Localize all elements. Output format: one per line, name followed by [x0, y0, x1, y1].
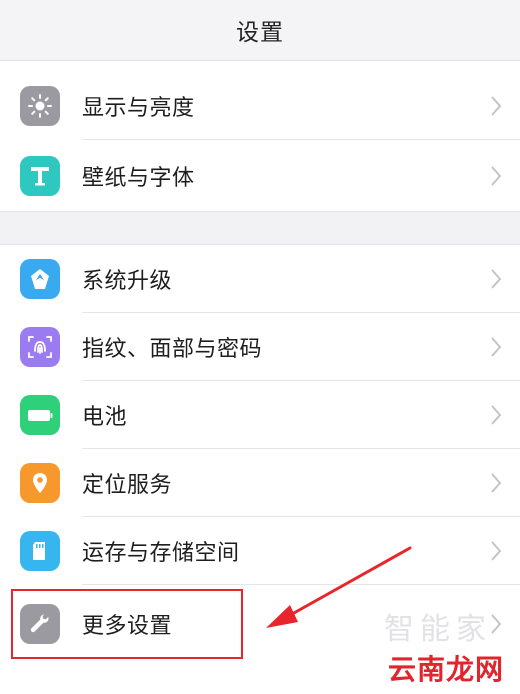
- fingerprint-icon: [20, 327, 60, 367]
- settings-row-label: 壁纸与字体: [82, 166, 195, 191]
- settings-row-system-upgrade[interactable]: 系统升级: [0, 245, 520, 313]
- settings-row-label: 运存与存储空间: [82, 541, 240, 566]
- settings-row-location[interactable]: 定位服务: [0, 449, 520, 517]
- settings-row-storage[interactable]: 运存与存储空间: [0, 517, 520, 585]
- chevron-right-icon: [491, 166, 502, 186]
- settings-row-label: 系统升级: [82, 269, 173, 294]
- chevron-right-icon: [491, 405, 502, 425]
- group-separator: [0, 211, 520, 245]
- settings-row-label: 指纹、面部与密码: [82, 337, 263, 362]
- settings-row-battery[interactable]: 电池: [0, 381, 520, 449]
- row-divider: [82, 139, 520, 140]
- row-divider: [82, 584, 520, 585]
- settings-row-display[interactable]: 显示与亮度: [0, 72, 520, 140]
- settings-row-wallpaper[interactable]: 壁纸与字体: [0, 142, 520, 210]
- sun-icon: [20, 86, 60, 126]
- page-title: 设置: [236, 20, 284, 46]
- chevron-right-icon: [491, 541, 502, 561]
- top-spacer: [0, 61, 520, 71]
- chevron-right-icon: [491, 337, 502, 357]
- settings-row-label: 显示与亮度: [82, 96, 195, 121]
- settings-row-fingerprint[interactable]: 指纹、面部与密码: [0, 313, 520, 381]
- chevron-right-icon: [491, 269, 502, 289]
- upgrade-icon: [20, 259, 60, 299]
- settings-row-label: 电池: [82, 405, 128, 430]
- watermark-corner: 云南龙网: [387, 653, 504, 686]
- sd-card-icon: [20, 531, 60, 571]
- text-t-icon: [20, 156, 60, 196]
- highlight-box: [11, 589, 243, 659]
- chevron-right-icon: [491, 473, 502, 493]
- chevron-right-icon: [491, 96, 502, 116]
- battery-icon: [20, 395, 60, 435]
- nav-header: 设置: [0, 0, 520, 61]
- location-icon: [20, 463, 60, 503]
- settings-row-label: 定位服务: [82, 473, 173, 498]
- watermark-faint: 智能家: [384, 612, 492, 647]
